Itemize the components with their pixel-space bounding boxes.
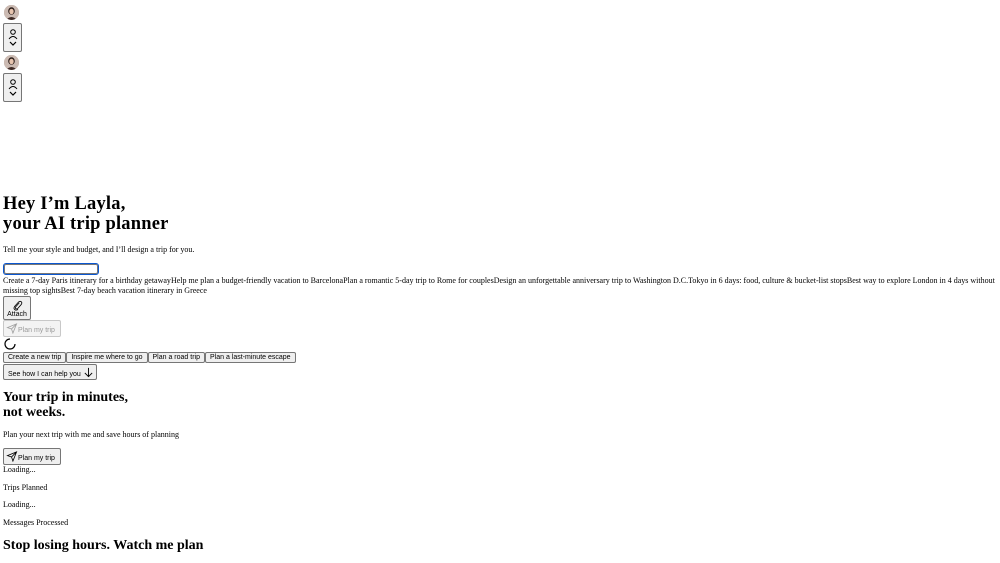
chip-road-trip[interactable]: Plan a road trip: [147, 352, 205, 363]
suggestion-item[interactable]: Create a 7-day Paris itinerary for a bir…: [3, 276, 171, 285]
suggestion-item[interactable]: Tokyo in 6 days: food, culture & bucket-…: [688, 276, 847, 285]
submit-plan-label: Plan my trip: [18, 327, 55, 334]
stat-messages-label: Messages Processed: [3, 518, 69, 527]
chip-inspire-me[interactable]: Inspire me where to go: [66, 352, 148, 363]
send-icon: [6, 451, 18, 462]
account-menu-button-mobile[interactable]: [3, 73, 22, 102]
chip-last-minute-escape[interactable]: Plan a last-minute escape: [205, 352, 296, 363]
submit-plan-button[interactable]: Plan my trip: [3, 320, 61, 337]
section-speed-line-1: Your trip in minutes,: [3, 390, 128, 405]
chevron-down-icon: [9, 41, 16, 46]
layla-avatar: [4, 5, 19, 20]
chat-input[interactable]: [3, 263, 99, 275]
suggestion-item[interactable]: Best 7-day beach vacation itinerary in G…: [61, 286, 207, 295]
chip-create-new-trip[interactable]: Create a new trip: [3, 352, 67, 363]
account-menu-button[interactable]: [3, 23, 22, 52]
attach-label: Attach: [7, 310, 27, 318]
arrow-down-icon: [84, 367, 93, 377]
hero-line-1: Hey I’m Layla,: [3, 194, 126, 214]
quick-action-chips: Create a new trip Inspire me where to go…: [3, 352, 296, 363]
paperclip-icon: [13, 300, 22, 311]
suggestion-item[interactable]: Design an unforgettable anniversary trip…: [494, 276, 688, 285]
suggestion-item[interactable]: Plan a romantic 5-day trip to Rome for c…: [343, 276, 494, 285]
section-speed-subtitle: Plan your next trip with me and save hou…: [3, 430, 179, 439]
suggestion-item[interactable]: Help me plan a budget-friendly vacation …: [171, 276, 343, 285]
see-how-label: See how I can help you: [8, 370, 81, 378]
suggestion-list: Create a 7-day Paris itinerary for a bir…: [3, 276, 997, 295]
plan-my-trip-cta-label: Plan my trip: [18, 455, 55, 462]
attach-button[interactable]: Attach: [3, 296, 31, 320]
stat-trips-value: Loading...: [3, 465, 36, 474]
send-icon: [6, 323, 18, 334]
layla-avatar: [4, 55, 19, 70]
user-icon: [8, 28, 17, 39]
stat-trips-label: Trips Planned: [3, 483, 48, 492]
plan-my-trip-cta[interactable]: Plan my trip: [3, 448, 61, 465]
stat-messages-value: Loading...: [3, 500, 36, 509]
user-icon: [8, 78, 17, 89]
section-watch-title: Stop losing hours. Watch me plan: [3, 538, 204, 553]
hero-heading: Hey I’m Layla, your AI trip planner: [3, 194, 169, 234]
loading-spinner-icon: [4, 338, 16, 350]
hero-line-2: your AI trip planner: [3, 213, 169, 234]
chevron-down-icon: [9, 91, 16, 96]
section-speed-heading: Your trip in minutes, not weeks.: [3, 390, 128, 420]
section-watch-heading: Stop losing hours. Watch me plan: [3, 538, 203, 553]
hero-subtitle: Tell me your style and budget, and I’ll …: [3, 245, 195, 254]
see-how-button[interactable]: See how I can help you: [3, 364, 97, 380]
section-speed-line-2: not weeks.: [3, 405, 66, 420]
